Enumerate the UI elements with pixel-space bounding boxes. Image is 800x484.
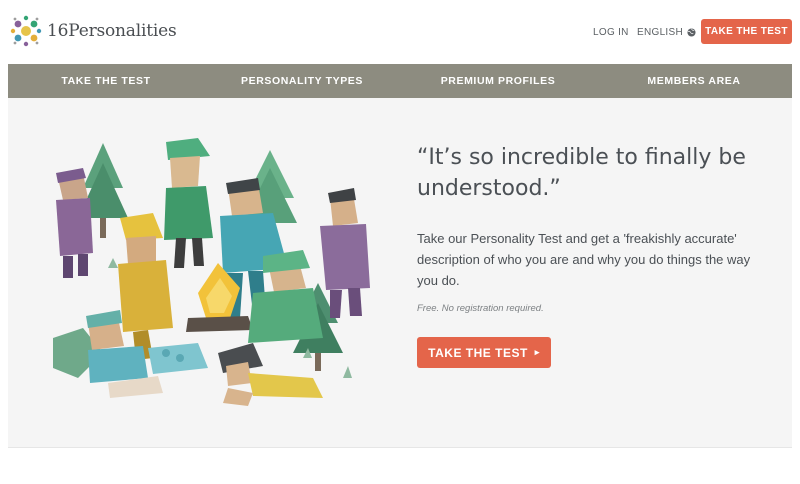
- campfire-illustration: [53, 138, 370, 406]
- globe-icon: [687, 28, 696, 37]
- header-take-test-button[interactable]: TAKE THE TEST: [701, 19, 792, 44]
- language-label: ENGLISH: [637, 27, 684, 38]
- hero-section: “It’s so incredible to finally be unders…: [8, 98, 792, 448]
- main-nav: TAKE THE TEST PERSONALITY TYPES PREMIUM …: [8, 64, 792, 98]
- logo-mark-icon: [10, 15, 42, 47]
- login-link[interactable]: LOG IN: [593, 27, 629, 38]
- site-logo[interactable]: 16Personalities: [9, 14, 177, 48]
- logo-text: 16Personalities: [47, 21, 177, 41]
- hero-description: Take our Personality Test and get a 'fre…: [417, 231, 751, 288]
- nav-item-premium-profiles[interactable]: PREMIUM PROFILES: [400, 64, 596, 98]
- nav-item-take-the-test[interactable]: TAKE THE TEST: [8, 64, 204, 98]
- hero-take-test-button[interactable]: TAKE THE TEST ▸: [417, 337, 551, 368]
- hero-quote: “It’s so incredible to finally be unders…: [417, 145, 746, 201]
- nav-item-members-area[interactable]: MEMBERS AREA: [596, 64, 792, 98]
- nav-item-personality-types[interactable]: PERSONALITY TYPES: [204, 64, 400, 98]
- hero-take-test-label: TAKE THE TEST: [428, 345, 528, 360]
- hero-note: Free. No registration required.: [417, 303, 544, 314]
- chevron-right-icon: ▸: [534, 347, 540, 357]
- language-selector[interactable]: ENGLISH: [637, 27, 696, 38]
- site-header: 16Personalities LOG IN ENGLISH TAKE THE …: [0, 0, 800, 64]
